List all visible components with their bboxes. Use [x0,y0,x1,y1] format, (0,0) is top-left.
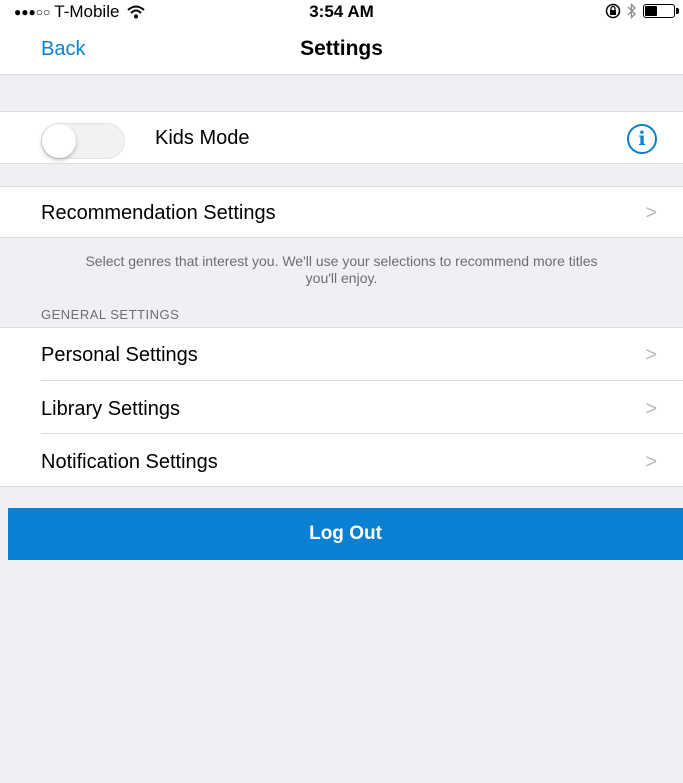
battery-icon [643,4,679,18]
notification-settings-label: Notification Settings [41,451,218,473]
group-spacer [0,164,683,186]
divider [0,111,683,112]
library-settings-row[interactable]: Library Settings > [0,381,683,434]
kids-mode-toggle[interactable] [41,123,125,159]
section-header-general: GENERAL SETTINGS [41,307,180,322]
footer-text: Select genres that interest you. We'll u… [85,253,598,286]
chevron-right-icon: > [645,451,657,473]
chevron-right-icon: > [645,398,657,420]
recommendation-footer-note: Select genres that interest you. We'll u… [0,253,683,287]
group-spacer [0,75,683,111]
divider [0,327,683,328]
log-out-button[interactable]: Log Out [8,508,683,560]
orientation-lock-icon [605,3,621,19]
bluetooth-icon [627,3,636,19]
info-icon[interactable]: i [627,124,657,154]
page-title: Settings [300,37,383,60]
navigation-bar: Back Settings [0,22,683,75]
personal-settings-label: Personal Settings [41,344,198,366]
status-time: 3:54 AM [309,2,374,21]
divider [0,186,683,187]
chevron-right-icon: > [645,202,657,224]
recommendation-settings-row[interactable]: Recommendation Settings > [0,186,683,238]
back-button[interactable]: Back [41,38,85,61]
library-settings-label: Library Settings [41,398,180,420]
personal-settings-row[interactable]: Personal Settings > [0,327,683,381]
kids-mode-row: Kids Mode i [0,111,683,164]
recommendation-settings-label: Recommendation Settings [41,202,276,224]
notification-settings-row[interactable]: Notification Settings > [0,434,683,487]
status-bar: ●●●○○ T-Mobile 3:54 AM [0,0,683,22]
chevron-right-icon: > [645,344,657,366]
status-right [605,3,679,19]
kids-mode-label: Kids Mode [155,127,250,149]
toggle-knob [42,124,76,158]
